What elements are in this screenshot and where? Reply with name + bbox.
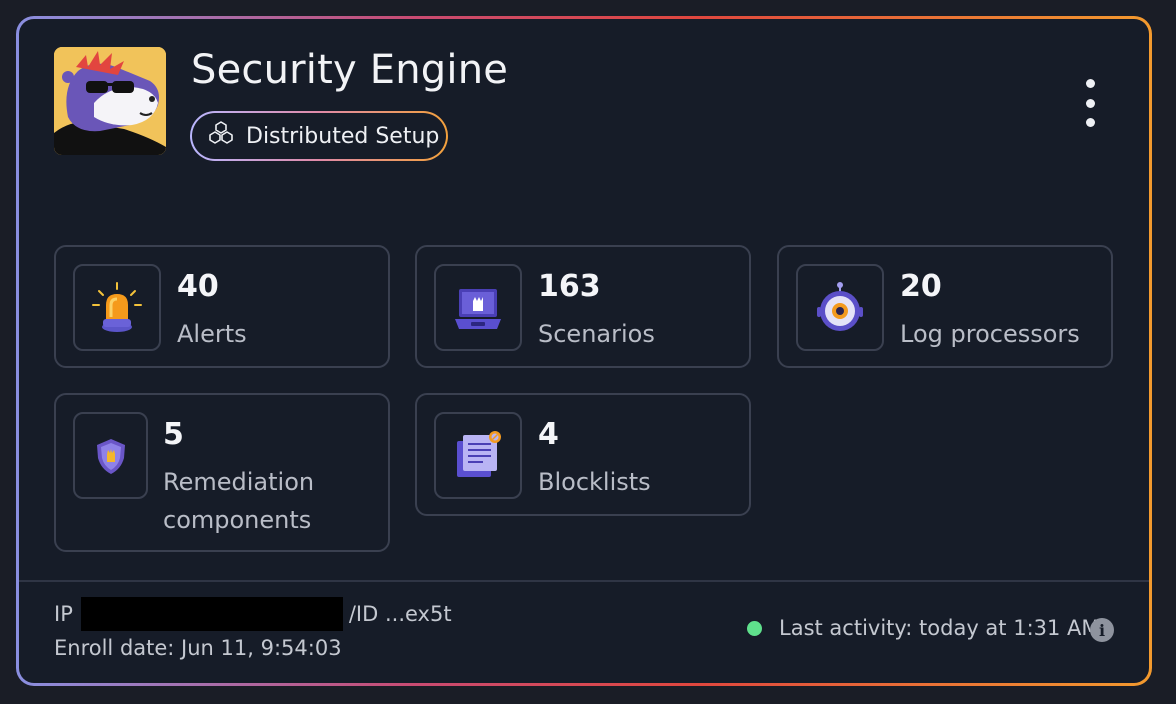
shield-icon bbox=[73, 412, 148, 499]
enroll-date: Enroll date: Jun 11, 9:54:03 bbox=[54, 636, 342, 660]
scenarios-count: 163 bbox=[538, 269, 601, 304]
last-activity: Last activity: today at 1:31 AM bbox=[747, 616, 1100, 640]
security-engine-card-border: Security Engine Distributed Setup 40 Ale… bbox=[16, 16, 1152, 686]
badge-label: Distributed Setup bbox=[246, 123, 440, 149]
stat-tile-alerts[interactable]: 40 Alerts bbox=[54, 245, 390, 368]
info-icon[interactable]: i bbox=[1090, 618, 1114, 642]
deployment-badge: Distributed Setup bbox=[190, 111, 448, 161]
mascot-avatar bbox=[54, 47, 166, 155]
engine-id: /ID ...ex5t bbox=[348, 602, 452, 626]
laptop-icon bbox=[434, 264, 522, 351]
siren-icon bbox=[73, 264, 161, 351]
security-engine-card: Security Engine Distributed Setup 40 Ale… bbox=[19, 19, 1149, 683]
stat-tile-scenarios[interactable]: 163 Scenarios bbox=[415, 245, 751, 368]
blocklists-label: Blocklists bbox=[538, 468, 651, 496]
last-activity-text: Last activity: today at 1:31 AM bbox=[779, 616, 1100, 640]
stat-tile-log-processors[interactable]: 20 Log processors bbox=[777, 245, 1113, 368]
status-dot-icon bbox=[747, 620, 762, 636]
remediation-count: 5 bbox=[163, 417, 184, 452]
log-processors-label: Log processors bbox=[900, 320, 1080, 348]
robot-eye-icon bbox=[796, 264, 884, 351]
kebab-menu-icon[interactable] bbox=[1077, 79, 1103, 127]
cubes-icon bbox=[208, 120, 234, 152]
log-processors-count: 20 bbox=[900, 269, 942, 304]
stat-tile-blocklists[interactable]: 4 Blocklists bbox=[415, 393, 751, 516]
alerts-label: Alerts bbox=[177, 320, 247, 348]
scenarios-label: Scenarios bbox=[538, 320, 655, 348]
engine-details: IP /ID ...ex5t Enroll date: Jun 11, 9:54… bbox=[54, 597, 452, 665]
redacted-ip bbox=[80, 597, 343, 631]
ip-label: IP bbox=[54, 602, 73, 626]
footer-divider bbox=[19, 580, 1149, 582]
page-title: Security Engine bbox=[191, 47, 509, 93]
stat-tile-remediation[interactable]: 5 Remediation components bbox=[54, 393, 390, 552]
alerts-count: 40 bbox=[177, 269, 219, 304]
blocklists-count: 4 bbox=[538, 417, 559, 452]
document-list-icon bbox=[434, 412, 522, 499]
remediation-label: Remediation components bbox=[163, 468, 315, 534]
